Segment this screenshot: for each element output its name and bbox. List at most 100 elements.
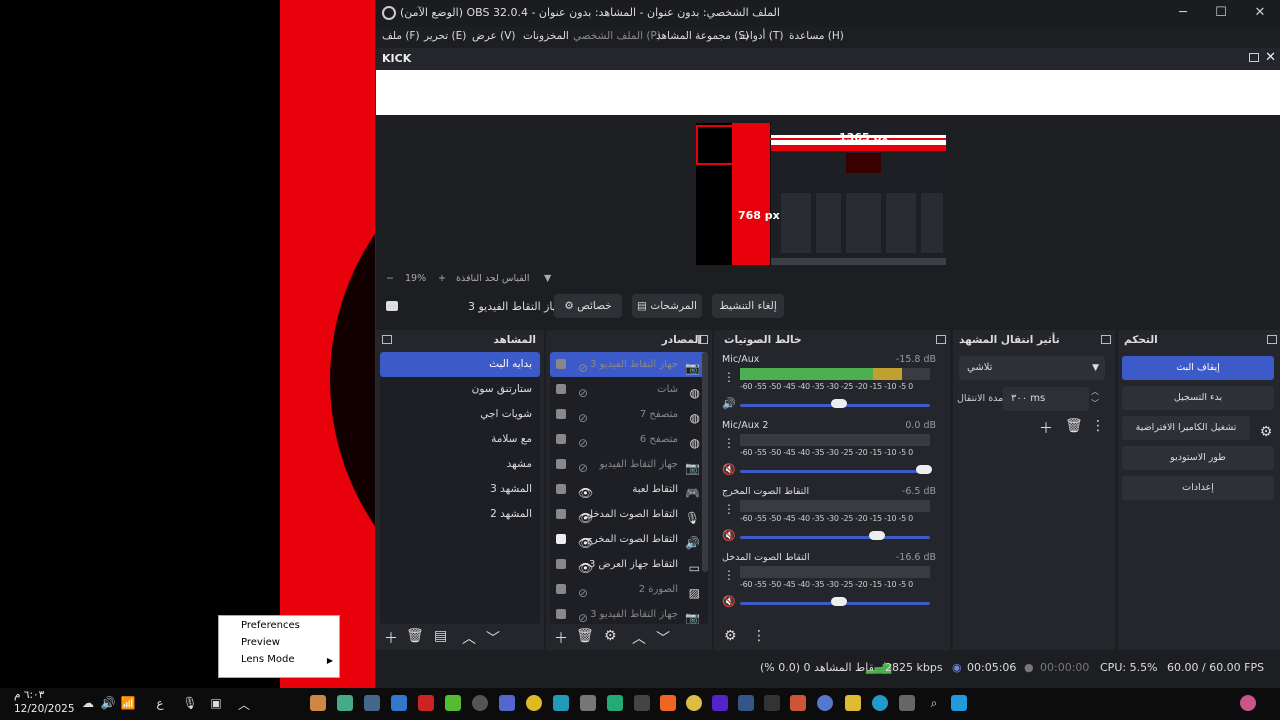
scene-item[interactable]: شويات اجي bbox=[380, 402, 540, 427]
task-view-icon[interactable] bbox=[899, 695, 915, 711]
taskbar-app-icon[interactable] bbox=[634, 695, 650, 711]
gear-icon[interactable]: ⚙ bbox=[724, 628, 737, 644]
telegram-icon[interactable] bbox=[553, 695, 569, 711]
menu-item-lens-mode[interactable]: Lens Mode bbox=[241, 654, 295, 665]
source-item[interactable]: ⊘ متصفح 7 ◍ bbox=[550, 402, 708, 427]
maximize-icon[interactable]: ☐ bbox=[1211, 4, 1231, 22]
scene-item[interactable]: بدايه البث bbox=[380, 352, 540, 377]
volume-slider-handle[interactable] bbox=[830, 399, 847, 408]
source-item[interactable]: ⊘ شات ◍ bbox=[550, 377, 708, 402]
chevron-up-icon[interactable]: ︿ bbox=[462, 628, 476, 648]
minimize-icon[interactable]: ─ bbox=[1173, 4, 1193, 22]
more-icon[interactable]: ⋮ bbox=[1091, 418, 1105, 434]
close-icon[interactable]: ✕ bbox=[1250, 4, 1270, 22]
source-item[interactable]: ⊘ متصفح 6 ◍ bbox=[550, 427, 708, 452]
lock-icon[interactable] bbox=[556, 509, 566, 519]
menu-docks[interactable]: المخزونات bbox=[523, 30, 569, 42]
search-icon[interactable]: ⌕ bbox=[926, 696, 942, 711]
menu-scene-collection[interactable]: مجموعة المشاهد (S) bbox=[656, 30, 749, 42]
more-icon[interactable]: ⋮ bbox=[723, 436, 735, 450]
menu-help[interactable]: مساعدة (H) bbox=[789, 30, 844, 42]
float-icon[interactable] bbox=[1249, 53, 1259, 62]
source-item[interactable]: 👁 التقاط لعبة 🎮 bbox=[550, 477, 708, 502]
add-icon[interactable]: ＋ bbox=[554, 628, 568, 648]
lock-icon[interactable] bbox=[556, 584, 566, 594]
float-icon[interactable] bbox=[698, 335, 708, 344]
visibility-icon[interactable]: ⊘ bbox=[578, 606, 588, 624]
lock-icon[interactable] bbox=[556, 459, 566, 469]
lock-icon[interactable] bbox=[556, 384, 566, 394]
trash-icon[interactable]: 🗑 bbox=[576, 628, 594, 644]
taskbar-app-icon[interactable] bbox=[391, 695, 407, 711]
scene-item[interactable]: مشهد bbox=[380, 452, 540, 477]
trash-icon[interactable]: 🗑 bbox=[406, 628, 424, 644]
more-icon[interactable]: ⋮ bbox=[752, 628, 766, 644]
volume-icon[interactable]: 🔊 bbox=[100, 696, 116, 710]
tray-app-icon[interactable]: ▣ bbox=[208, 696, 224, 710]
edge-icon[interactable] bbox=[872, 695, 888, 711]
more-icon[interactable]: ⋮ bbox=[723, 370, 735, 384]
volume-slider[interactable] bbox=[740, 536, 930, 539]
lock-icon[interactable] bbox=[556, 434, 566, 444]
more-icon[interactable]: ⋮ bbox=[723, 568, 735, 582]
source-item[interactable]: ⊘ جهاز التقاط الفيديو 📷 bbox=[550, 452, 708, 477]
taskbar-app-icon[interactable] bbox=[660, 695, 676, 711]
source-item[interactable]: 👁 التقاط الصوت المدخل 🎙 bbox=[550, 502, 708, 527]
taskbar-app-icon[interactable] bbox=[445, 695, 461, 711]
taskbar-app-icon[interactable] bbox=[418, 695, 434, 711]
taskbar-app-icon[interactable] bbox=[790, 695, 806, 711]
mute-icon[interactable]: 🔇 bbox=[722, 529, 736, 542]
scene-item[interactable]: مع سلامة bbox=[380, 427, 540, 452]
obs-taskbar-icon[interactable] bbox=[472, 695, 488, 711]
filters-button[interactable]: ▤ المرشحات bbox=[632, 294, 702, 318]
steam-icon[interactable] bbox=[738, 695, 754, 711]
add-icon[interactable]: ＋ bbox=[384, 628, 398, 648]
start-recording-button[interactable]: بدء التسجيل bbox=[1122, 386, 1274, 410]
zoom-out-button[interactable]: − bbox=[386, 273, 394, 284]
deactivate-button[interactable]: إلغاء التنشيط bbox=[712, 294, 784, 318]
gear-icon[interactable]: ⚙ bbox=[604, 628, 617, 644]
gear-icon[interactable]: ⚙ bbox=[1254, 420, 1278, 444]
lock-icon[interactable] bbox=[556, 409, 566, 419]
folder-icon[interactable] bbox=[845, 695, 861, 711]
source-item[interactable]: 👁 التقاط جهاز العرض 3 ▭ bbox=[550, 552, 708, 577]
start-virtualcam-button[interactable]: تشغيل الكاميرا الافتراضية bbox=[1122, 416, 1250, 440]
volume-slider-handle[interactable] bbox=[830, 597, 847, 606]
menu-file[interactable]: ملف (F) bbox=[382, 30, 420, 42]
source-item[interactable]: 👁 التقاط الصوت المخرج 🔊 bbox=[550, 527, 708, 552]
chevron-down-icon[interactable]: ﹀ bbox=[656, 628, 670, 648]
transition-select[interactable]: تلاشي ▼ bbox=[959, 356, 1105, 380]
menu-item-preview[interactable]: Preview bbox=[241, 637, 280, 648]
scene-item[interactable]: ستارتنق سون bbox=[380, 377, 540, 402]
taskbar-app-icon[interactable] bbox=[764, 695, 780, 711]
language-indicator[interactable]: ع bbox=[152, 696, 168, 710]
mute-icon[interactable]: 🔇 bbox=[722, 463, 736, 476]
chrome-icon[interactable] bbox=[337, 695, 353, 711]
chevron-down-icon[interactable]: ▼ bbox=[544, 273, 551, 284]
duration-stepper[interactable]: ︿ ﹀ bbox=[1091, 386, 1099, 410]
add-icon[interactable]: ＋ bbox=[1039, 418, 1053, 438]
taskbar-app-icon[interactable] bbox=[607, 695, 623, 711]
float-icon[interactable] bbox=[936, 335, 946, 344]
taskbar-app-icon[interactable] bbox=[580, 695, 596, 711]
clock[interactable]: ٦:٠٣ م 12/20/2025 bbox=[14, 688, 75, 716]
preview-canvas[interactable]: 1365 px 768 px bbox=[376, 117, 1271, 272]
taskbar-app-icon[interactable] bbox=[526, 695, 542, 711]
scene-item[interactable]: المشهد 3 bbox=[380, 477, 540, 502]
source-item[interactable]: ⊘ جهاز التقاط الفيديو 3 📷 bbox=[550, 352, 708, 377]
studio-mode-button[interactable]: طور الاستوديو bbox=[1122, 446, 1274, 470]
microphone-icon[interactable]: 🎙 bbox=[182, 696, 198, 710]
taskbar-app-icon[interactable] bbox=[364, 695, 380, 711]
chrome-icon[interactable] bbox=[686, 695, 702, 711]
menu-tools[interactable]: أدوات (T) bbox=[740, 30, 783, 42]
discord-icon[interactable] bbox=[817, 695, 833, 711]
volume-slider[interactable] bbox=[740, 470, 930, 473]
lock-icon[interactable] bbox=[556, 359, 566, 369]
wifi-icon[interactable]: 📶 bbox=[120, 696, 136, 710]
taskbar-app-icon[interactable] bbox=[712, 695, 728, 711]
stop-stream-button[interactable]: إيقاف البث bbox=[1122, 356, 1274, 380]
avatar[interactable] bbox=[1240, 695, 1256, 711]
lock-icon[interactable] bbox=[556, 609, 566, 619]
source-item[interactable]: ⊘ الصورة 2 ▨ bbox=[550, 577, 708, 602]
chevron-up-icon[interactable]: ︿ bbox=[236, 696, 252, 713]
